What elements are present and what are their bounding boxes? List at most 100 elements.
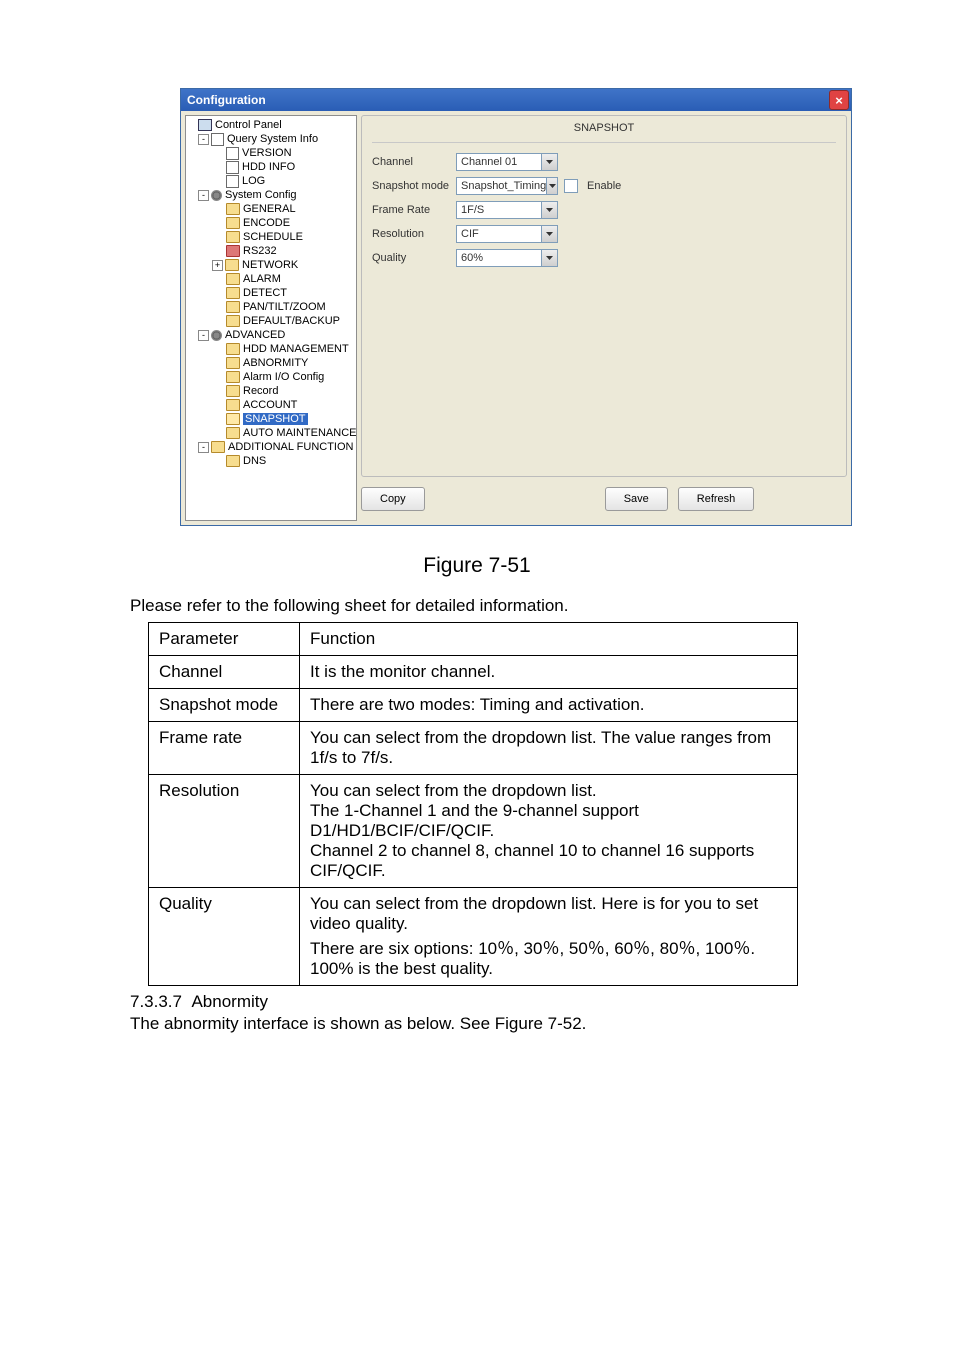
collapse-icon[interactable]: - (198, 330, 209, 341)
tree-alarm[interactable]: ALARM (243, 273, 281, 285)
table-cell-function: There are two modes: Timing and activati… (300, 689, 798, 722)
table-row: QualityYou can select from the dropdown … (149, 888, 798, 986)
folder-icon (226, 315, 240, 327)
tree-ptz[interactable]: PAN/TILT/ZOOM (243, 301, 326, 313)
window-title: Configuration (187, 93, 829, 107)
table-cell-function: It is the monitor channel. (300, 656, 798, 689)
tree-control-panel[interactable]: Control Panel (215, 119, 282, 131)
tree-general[interactable]: GENERAL (243, 203, 296, 215)
table-cell-function: You can select from the dropdown list. H… (300, 888, 798, 986)
channel-label: Channel (372, 156, 450, 168)
title-bar: Configuration × (181, 89, 851, 111)
channel-select[interactable]: Channel 01 (456, 153, 558, 171)
monitor-icon (198, 119, 212, 131)
resolution-value: CIF (461, 228, 479, 240)
table-cell-function: You can select from the dropdown list. T… (300, 775, 798, 888)
folder-open-icon (226, 413, 240, 425)
tree-pane[interactable]: Control Panel - Query System Info VERSION… (185, 115, 357, 521)
chevron-down-icon (541, 250, 557, 266)
parameter-table: Parameter Function ChannelIt is the moni… (148, 622, 798, 986)
enable-label: Enable (587, 180, 621, 192)
frame-rate-label: Frame Rate (372, 204, 450, 216)
doc-icon (211, 133, 224, 146)
folder-icon (226, 231, 240, 243)
table-cell-parameter: Snapshot mode (149, 689, 300, 722)
quality-value: 60% (461, 252, 483, 264)
chevron-down-icon (546, 178, 557, 194)
resolution-label: Resolution (372, 228, 450, 240)
folder-icon (226, 427, 240, 439)
doc-icon (226, 175, 239, 188)
tree-advanced[interactable]: ADVANCED (225, 329, 285, 341)
snapshot-mode-value: Snapshot_Timing (461, 180, 546, 192)
close-button[interactable]: × (829, 90, 849, 110)
snapshot-mode-label: Snapshot mode (372, 180, 450, 192)
save-button[interactable]: Save (605, 487, 668, 511)
tree-log[interactable]: LOG (242, 175, 265, 187)
folder-icon (226, 357, 240, 369)
intro-text: Please refer to the following sheet for … (130, 596, 824, 616)
button-row: Copy Save Refresh (361, 477, 847, 521)
tree-hdd-info[interactable]: HDD INFO (242, 161, 295, 173)
tree-dns[interactable]: DNS (243, 455, 266, 467)
tree-snapshot[interactable]: SNAPSHOT (243, 413, 308, 425)
tree-additional-function[interactable]: ADDITIONAL FUNCTION (228, 441, 354, 453)
frame-rate-select[interactable]: 1F/S (456, 201, 558, 219)
refresh-button[interactable]: Refresh (678, 487, 755, 511)
tree-account[interactable]: ACCOUNT (243, 399, 297, 411)
table-cell-function: You can select from the dropdown list. T… (300, 722, 798, 775)
table-header-function: Function (300, 623, 798, 656)
table-cell-parameter: Resolution (149, 775, 300, 888)
quality-select[interactable]: 60% (456, 249, 558, 267)
folder-icon (225, 259, 239, 271)
tree-alarm-io[interactable]: Alarm I/O Config (243, 371, 324, 383)
tree-system-config[interactable]: System Config (225, 189, 297, 201)
section-title: Abnormity (191, 992, 268, 1011)
section-body: The abnormity interface is shown as belo… (130, 1014, 824, 1034)
section-heading: 7.3.3.7 Abnormity (130, 992, 824, 1012)
chevron-down-icon (541, 202, 557, 218)
resolution-select[interactable]: CIF (456, 225, 558, 243)
enable-checkbox[interactable] (564, 179, 578, 193)
table-row: ResolutionYou can select from the dropdo… (149, 775, 798, 888)
expand-icon[interactable]: + (212, 260, 223, 271)
tree-schedule[interactable]: SCHEDULE (243, 231, 303, 243)
tree-detect[interactable]: DETECT (243, 287, 287, 299)
table-cell-parameter: Quality (149, 888, 300, 986)
chevron-down-icon (541, 226, 557, 242)
folder-icon (226, 287, 240, 299)
collapse-icon[interactable]: - (198, 442, 209, 453)
tree-hdd-management[interactable]: HDD MANAGEMENT (243, 343, 349, 355)
table-row: Frame rateYou can select from the dropdo… (149, 722, 798, 775)
tree-version[interactable]: VERSION (242, 147, 292, 159)
quality-label: Quality (372, 252, 450, 264)
tree-rs232[interactable]: RS232 (243, 245, 277, 257)
content-heading: SNAPSHOT (372, 122, 836, 134)
doc-icon (226, 147, 239, 160)
tree-network[interactable]: NETWORK (242, 259, 298, 271)
tree-auto-maint[interactable]: AUTO MAINTENANCE (243, 427, 356, 439)
tree-record[interactable]: Record (243, 385, 278, 397)
divider (372, 142, 836, 143)
folder-icon (226, 343, 240, 355)
table-header-parameter: Parameter (149, 623, 300, 656)
tree-query-sys-info[interactable]: Query System Info (227, 133, 318, 145)
collapse-icon[interactable]: - (198, 190, 209, 201)
content-pane: SNAPSHOT Channel Channel 01 Snapshot mod… (361, 115, 847, 521)
collapse-icon[interactable]: - (198, 134, 209, 145)
copy-button[interactable]: Copy (361, 487, 425, 511)
tree-default-backup[interactable]: DEFAULT/BACKUP (243, 315, 340, 327)
table-cell-parameter: Channel (149, 656, 300, 689)
tree-encode[interactable]: ENCODE (243, 217, 290, 229)
section-number: 7.3.3.7 (130, 992, 182, 1011)
folder-icon (226, 217, 240, 229)
doc-icon (226, 161, 239, 174)
folder-icon (226, 273, 240, 285)
folder-icon (226, 455, 240, 467)
tree-abnormity[interactable]: ABNORMITY (243, 357, 308, 369)
gear-icon (211, 190, 222, 201)
channel-value: Channel 01 (461, 156, 517, 168)
snapshot-mode-select[interactable]: Snapshot_Timing (456, 177, 558, 195)
folder-icon (226, 245, 240, 257)
folder-icon (226, 399, 240, 411)
